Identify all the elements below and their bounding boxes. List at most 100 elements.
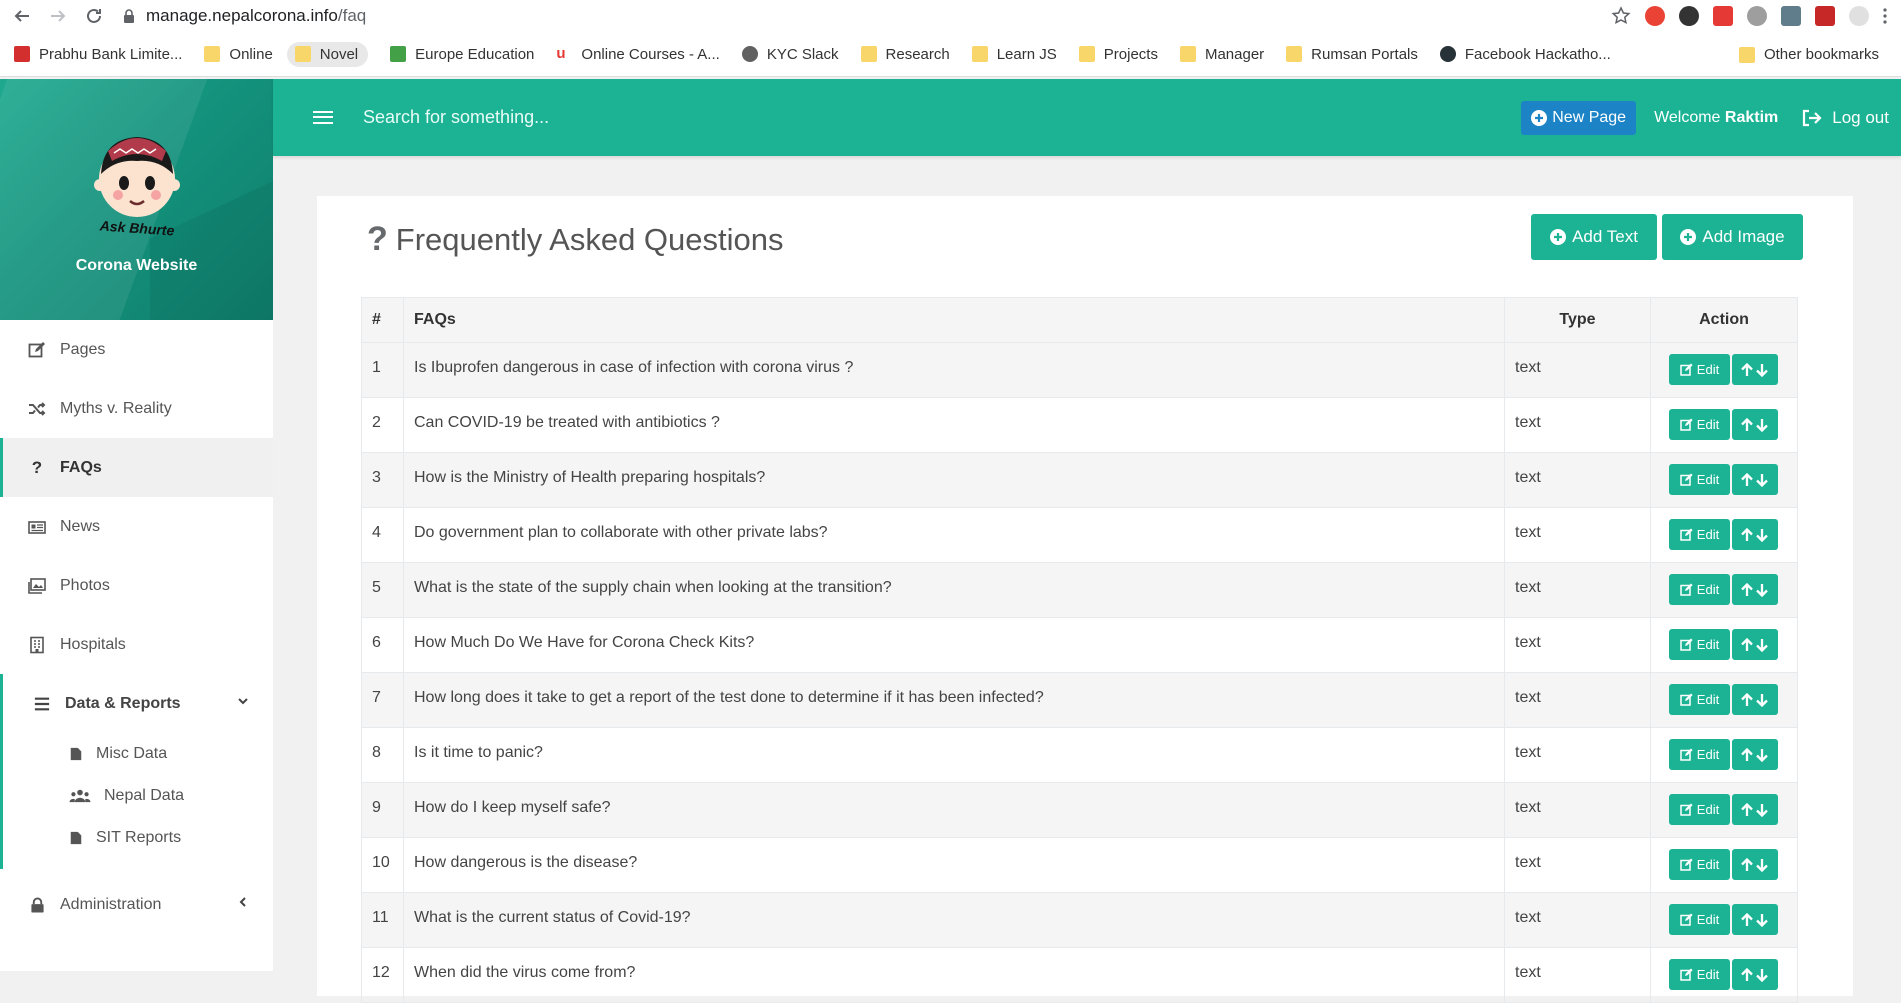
bookmark-research[interactable]: Research (860, 46, 950, 63)
reorder-button[interactable] (1732, 519, 1778, 550)
extension-icon[interactable] (1747, 6, 1767, 26)
faq-question: What is the state of the supply chain wh… (403, 562, 1505, 618)
arrows-up-down-icon (1741, 967, 1768, 982)
folder-icon (1738, 46, 1755, 63)
arrows-up-down-icon (1741, 527, 1768, 542)
address-bar[interactable]: manage.nepalcorona.info/faq (122, 2, 1611, 30)
reorder-button[interactable] (1732, 354, 1778, 385)
folder-icon (1286, 46, 1303, 62)
add-text-button[interactable]: Add Text (1531, 214, 1657, 260)
edit-icon (1680, 748, 1693, 761)
edit-button[interactable]: Edit (1669, 574, 1730, 605)
sign-out-icon (1803, 109, 1822, 126)
sidebar-item-faqs[interactable]: ? FAQs (0, 438, 273, 497)
column-header-num[interactable]: # (361, 297, 404, 343)
sidebar: Ask Bhurte Corona Website Pages Myths v.… (0, 79, 273, 971)
edit-button[interactable]: Edit (1669, 849, 1730, 880)
arrows-up-down-icon (1741, 857, 1768, 872)
sidebar-item-photos[interactable]: Photos (0, 556, 273, 615)
edit-icon (1680, 528, 1693, 541)
bookmark-online[interactable]: Online (204, 46, 273, 63)
sidebar-item-hospitals[interactable]: Hospitals (0, 615, 273, 674)
bookmark-learn-js[interactable]: Learn JS (971, 46, 1057, 63)
row-actions: Edit (1650, 562, 1798, 618)
reorder-button[interactable] (1732, 574, 1778, 605)
search-input[interactable] (363, 107, 1522, 128)
reorder-button[interactable] (1732, 464, 1778, 495)
edit-button[interactable]: Edit (1669, 629, 1730, 660)
faq-type: text (1504, 837, 1651, 893)
arrows-up-down-icon (1741, 417, 1768, 432)
new-page-button[interactable]: New Page (1521, 100, 1637, 135)
table-header-row: # FAQs Type Action (361, 297, 1798, 343)
bookmark-projects[interactable]: Projects (1078, 46, 1158, 63)
bookmark-prabhu[interactable]: Prabhu Bank Limite... (14, 46, 182, 63)
edit-button[interactable]: Edit (1669, 739, 1730, 770)
profile-avatar[interactable] (1849, 6, 1869, 26)
globe-icon (741, 46, 758, 62)
table-row: 8 Is it time to panic? text Edit (361, 727, 1798, 783)
back-button[interactable] (8, 2, 36, 30)
add-image-button[interactable]: Add Image (1662, 214, 1803, 260)
extension-icon[interactable] (1645, 6, 1665, 26)
bookmark-novel[interactable]: Novel (286, 41, 369, 67)
sidebar-item-nepal-data[interactable]: Nepal Data (3, 775, 273, 817)
reorder-button[interactable] (1732, 684, 1778, 715)
extension-icon[interactable] (1679, 6, 1699, 26)
menu-toggle-icon[interactable] (313, 108, 333, 128)
edit-button[interactable]: Edit (1669, 464, 1730, 495)
edit-button[interactable]: Edit (1669, 904, 1730, 935)
sidebar-item-label: News (60, 517, 101, 535)
sidebar-item-misc-data[interactable]: Misc Data (3, 733, 273, 775)
extension-icon[interactable] (1713, 6, 1733, 26)
reorder-button[interactable] (1732, 959, 1778, 990)
reorder-button[interactable] (1732, 849, 1778, 880)
sidebar-item-pages[interactable]: Pages (0, 320, 273, 379)
sidebar-item-administration[interactable]: Administration (0, 875, 273, 934)
other-bookmarks[interactable]: Other bookmarks (1738, 32, 1879, 77)
extension-icon[interactable] (1781, 6, 1801, 26)
reload-button[interactable] (80, 2, 108, 30)
url-host: manage.nepalcorona.info (146, 6, 338, 25)
more-icon[interactable] (1883, 8, 1887, 24)
bookmark-rumsan-portals[interactable]: Rumsan Portals (1286, 46, 1418, 63)
reorder-button[interactable] (1732, 794, 1778, 825)
extension-icon[interactable] (1815, 6, 1835, 26)
sidebar-item-label: Misc Data (96, 745, 168, 762)
edit-button[interactable]: Edit (1669, 519, 1730, 550)
row-number: 8 (361, 727, 404, 783)
star-icon[interactable] (1611, 6, 1631, 26)
play-icon (390, 46, 407, 62)
row-actions: Edit (1650, 672, 1798, 728)
url-path: /faq (337, 6, 367, 25)
reorder-button[interactable] (1732, 904, 1778, 935)
faq-type: text (1504, 672, 1651, 728)
sidebar-item-news[interactable]: News (0, 497, 273, 556)
newspaper-icon (28, 518, 46, 536)
column-header-faqs[interactable]: FAQs (403, 297, 1505, 343)
edit-button[interactable]: Edit (1669, 684, 1730, 715)
sidebar-item-data-reports[interactable]: Data & Reports (3, 674, 273, 733)
bookmark-online-courses[interactable]: u Online Courses - A... (556, 46, 719, 63)
plus-circle-icon (1531, 109, 1548, 126)
sidebar-menu: Pages Myths v. Reality ? FAQs News Photo… (0, 320, 273, 674)
bookmark-facebook-hackathon[interactable]: Facebook Hackatho... (1439, 46, 1611, 63)
bookmark-kyc-slack[interactable]: KYC Slack (741, 46, 839, 63)
edit-button[interactable]: Edit (1669, 409, 1730, 440)
reorder-button[interactable] (1732, 629, 1778, 660)
bookmark-europe-education[interactable]: Europe Education (390, 46, 534, 63)
edit-button[interactable]: Edit (1669, 794, 1730, 825)
reorder-button[interactable] (1732, 409, 1778, 440)
reorder-button[interactable] (1732, 739, 1778, 770)
edit-button[interactable]: Edit (1669, 959, 1730, 990)
sidebar-item-myths[interactable]: Myths v. Reality (0, 379, 273, 438)
edit-button[interactable]: Edit (1669, 354, 1730, 385)
column-header-type[interactable]: Type (1504, 297, 1651, 343)
brand-title: Corona Website (75, 257, 198, 274)
images-icon (28, 577, 46, 595)
bookmark-manager[interactable]: Manager (1179, 46, 1264, 63)
logout-button[interactable]: Log out (1802, 108, 1889, 128)
forward-button[interactable] (44, 2, 72, 30)
sidebar-item-sit-reports[interactable]: SIT Reports (3, 817, 273, 859)
row-actions: Edit (1650, 782, 1798, 838)
